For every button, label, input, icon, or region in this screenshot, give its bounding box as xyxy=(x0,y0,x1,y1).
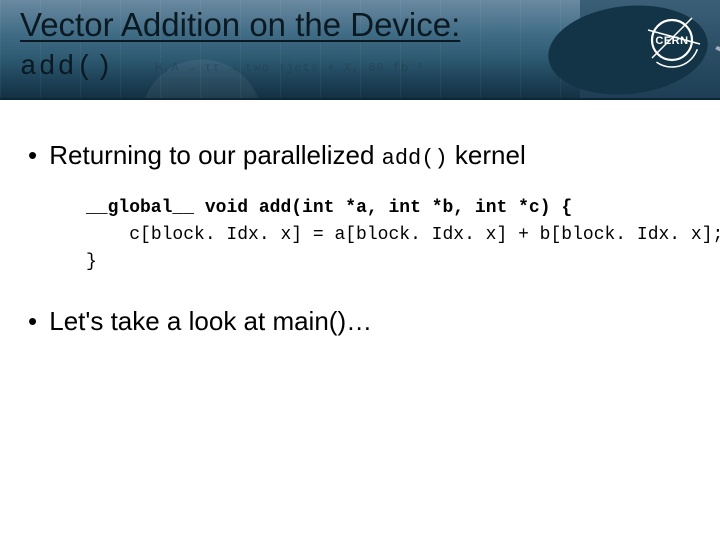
logo-area: CERN xyxy=(580,0,720,100)
bullet-2-text: Let's take a look at main()… xyxy=(49,306,372,336)
bullet-1-text-b: kernel xyxy=(455,140,526,170)
cern-logo-icon: CERN xyxy=(642,10,702,70)
header-bg-formula: H,A → ττ → two τjets + X, 60 fb⁻¹ xyxy=(155,60,425,75)
bullet-dot-icon: • xyxy=(28,306,42,337)
bullet-1-code: add() xyxy=(382,146,448,171)
slide-title: Vector Addition on the Device: xyxy=(20,6,460,44)
slide-header: Vector Addition on the Device: add() H,A… xyxy=(0,0,720,100)
bullet-1-text-a: Returning to our parallelized xyxy=(49,140,381,170)
bullet-2: • Let's take a look at main()… xyxy=(28,306,692,337)
bullet-dot-icon: • xyxy=(28,140,42,171)
code-line-2: c[block. Idx. x] = a[block. Idx. x] + b[… xyxy=(129,225,720,245)
code-block: __global__ void add(int *a, int *b, int … xyxy=(86,195,692,276)
code-line-3: } xyxy=(86,252,97,272)
slide-body: • Returning to our parallelized add() ke… xyxy=(0,100,720,337)
slide-subtitle-code: add() xyxy=(20,52,114,83)
svg-text:CERN: CERN xyxy=(655,35,688,47)
code-kw-global: __global__ xyxy=(86,198,194,218)
code-kw-void: void xyxy=(205,198,248,218)
code-sig: add(int *a, int *b, int *c) { xyxy=(259,198,572,218)
bullet-1: • Returning to our parallelized add() ke… xyxy=(28,140,692,171)
